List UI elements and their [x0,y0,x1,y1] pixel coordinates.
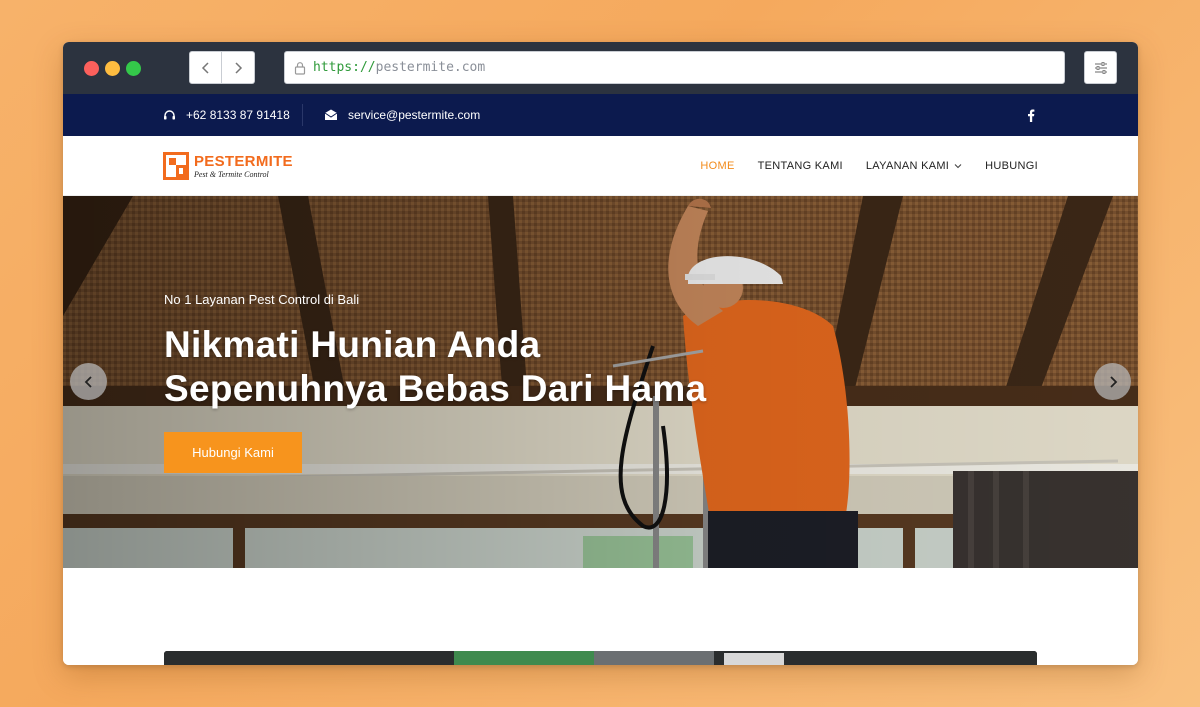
video-thumbnail-image [164,651,1037,665]
facebook-link[interactable] [1027,94,1035,136]
chevron-left-icon [84,375,92,388]
video-preview[interactable] [164,651,1037,665]
logo-mark-icon [163,152,189,180]
content-section [63,568,1138,665]
nav-tentang-kami[interactable]: TENTANG KAMI [758,160,843,172]
phone-number: +62 8133 87 91418 [186,108,290,122]
slider-prev-button[interactable] [70,363,107,400]
nav-layanan-kami[interactable]: LAYANAN KAMI [866,160,962,172]
chevron-down-icon [954,164,962,169]
nav-hubungi[interactable]: HUBUNGI [985,160,1038,172]
settings-button[interactable] [1084,51,1117,84]
phone-contact[interactable]: +62 8133 87 91418 [163,94,290,136]
logo-name: PESTERMITE [194,152,293,170]
hero-subtitle: No 1 Layanan Pest Control di Bali [164,292,360,307]
chevron-right-icon [235,61,243,74]
address-bar[interactable]: https://pestermite.com [284,51,1065,84]
slider-next-button[interactable] [1094,363,1131,400]
hero-slider: No 1 Layanan Pest Control di Bali Nikmat… [63,196,1138,568]
sliders-icon [1094,61,1107,74]
envelope-icon [324,109,338,120]
nav-hubungi-label: HUBUNGI [985,160,1038,172]
browser-window: https://pestermite.com +62 8133 87 91418 [63,42,1138,665]
email-address: service@pestermite.com [348,108,481,122]
maximize-window-dot[interactable] [126,61,141,76]
browser-chrome: https://pestermite.com [63,42,1138,94]
lock-icon [294,61,306,75]
email-contact[interactable]: service@pestermite.com [324,94,480,136]
logo-tagline: Pest & Termite Control [194,169,269,179]
forward-button[interactable] [222,51,255,84]
hero-title-line1: Nikmati Hunian Anda [164,324,541,365]
url-scheme: https:// [313,60,376,75]
history-buttons [189,51,255,84]
contact-bar: +62 8133 87 91418 service@pestermite.com [63,94,1138,136]
nav-home[interactable]: HOME [700,160,734,172]
site-logo[interactable]: PESTERMITE Pest & Termite Control [163,152,293,180]
nav-layanan-kami-label: LAYANAN KAMI [865,160,950,172]
chevron-right-icon [1109,375,1117,388]
chevron-left-icon [201,61,209,74]
facebook-icon [1028,109,1035,122]
url-host: pestermite.com [375,60,486,75]
minimize-window-dot[interactable] [105,61,120,76]
hero-title-line2: Sepenuhnya Bebas Dari Hama [164,368,707,409]
contact-us-button[interactable]: Hubungi Kami [164,432,302,473]
nav-home-label: HOME [700,160,735,172]
back-button[interactable] [189,51,222,84]
hero-content: No 1 Layanan Pest Control di Bali Nikmat… [164,292,706,411]
window-controls [84,61,141,76]
nav-tentang-kami-label: TENTANG KAMI [757,160,843,172]
topbar-divider [302,104,303,126]
main-nav: HOME TENTANG KAMI LAYANAN KAMI HUBUNGI [700,136,1038,196]
headset-icon [164,109,175,119]
close-window-dot[interactable] [84,61,99,76]
site-header: PESTERMITE Pest & Termite Control HOME T… [63,136,1138,196]
hero-title: Nikmati Hunian Anda Sepenuhnya Bebas Dar… [164,323,706,411]
